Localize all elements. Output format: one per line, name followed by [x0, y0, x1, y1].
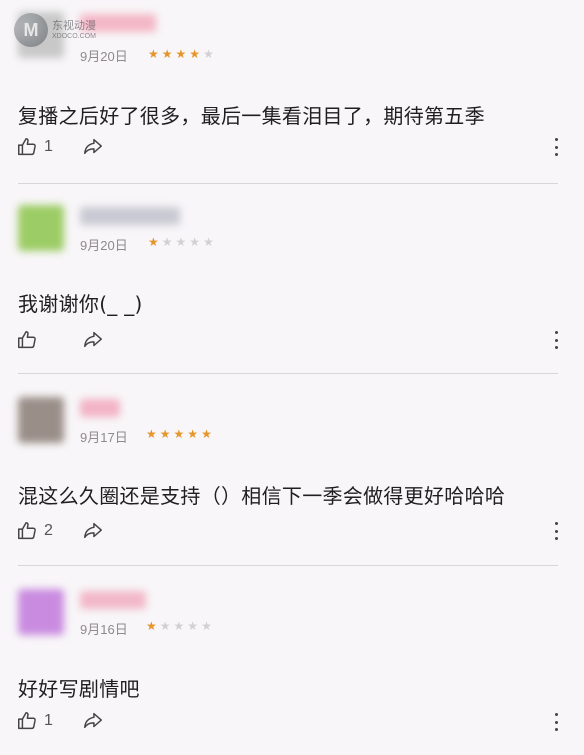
rating-stars: ★ ★ ★ ★ ★	[148, 46, 214, 62]
star-empty-icon: ★	[203, 47, 214, 61]
comment-text: 我谢谢你(_ _)	[18, 292, 143, 316]
username-blurred[interactable]	[80, 207, 180, 225]
star-empty-icon: ★	[159, 619, 171, 633]
comment-date: 9月20日	[80, 238, 128, 253]
star-filled-icon: ★	[187, 427, 199, 441]
star-empty-icon: ★	[173, 619, 185, 633]
star-filled-icon: ★	[201, 427, 212, 441]
rating-stars: ★ ★ ★ ★ ★	[146, 618, 212, 634]
avatar[interactable]	[18, 589, 64, 635]
more-vertical-icon[interactable]	[554, 713, 558, 731]
star-empty-icon: ★	[189, 235, 201, 249]
watermark-brand-en: XDOCO.COM	[52, 33, 96, 40]
watermark-logo: M 东视动漫 XDOCO.COM	[14, 10, 144, 50]
like-count: 1	[44, 712, 53, 729]
more-vertical-icon[interactable]	[554, 522, 558, 540]
star-filled-icon: ★	[148, 47, 159, 61]
comment-actions	[16, 329, 104, 351]
star-empty-icon: ★	[161, 235, 173, 249]
avatar[interactable]	[18, 205, 64, 251]
watermark-brand-cn: 东视动漫	[52, 19, 96, 32]
like-count: 1	[44, 138, 53, 155]
more-vertical-icon[interactable]	[554, 138, 558, 156]
star-empty-icon: ★	[175, 235, 187, 249]
comment-item: 9月17日 ★ ★ ★ ★ ★ 混这么久圈还是支持（）相信下一季会做得更好哈哈哈 2	[0, 397, 584, 557]
comment-text: 混这么久圈还是支持（）相信下一季会做得更好哈哈哈	[18, 484, 506, 508]
divider	[18, 565, 558, 566]
star-filled-icon: ★	[175, 47, 187, 61]
more-vertical-icon[interactable]	[554, 331, 558, 349]
username-blurred[interactable]	[80, 399, 120, 417]
star-filled-icon: ★	[173, 427, 185, 441]
comment-text: 复播之后好了很多，最后一集看泪目了，期待第五季	[18, 104, 485, 128]
like-count: 2	[44, 522, 53, 539]
comment-item: 9月20日 ★ ★ ★ ★ ★ 我谢谢你(_ _)	[0, 205, 584, 365]
star-empty-icon: ★	[201, 619, 212, 633]
divider	[18, 373, 558, 374]
thumbs-up-icon[interactable]	[16, 329, 38, 351]
divider	[18, 183, 558, 184]
comment-actions: 1	[16, 710, 104, 732]
thumbs-up-icon[interactable]	[16, 710, 38, 732]
username-blurred[interactable]	[80, 591, 146, 609]
star-filled-icon: ★	[146, 427, 157, 441]
comment-text: 好好写剧情吧	[18, 677, 140, 701]
star-empty-icon: ★	[203, 235, 214, 249]
star-empty-icon: ★	[187, 619, 199, 633]
thumbs-up-icon[interactable]	[16, 136, 38, 158]
comment-date: 9月17日	[80, 430, 128, 445]
share-arrow-icon[interactable]	[82, 520, 104, 542]
watermark-badge: M	[14, 13, 48, 47]
share-arrow-icon[interactable]	[82, 136, 104, 158]
star-filled-icon: ★	[159, 427, 171, 441]
star-filled-icon: ★	[148, 235, 159, 249]
thumbs-up-icon[interactable]	[16, 520, 38, 542]
avatar[interactable]	[18, 397, 64, 443]
share-arrow-icon[interactable]	[82, 710, 104, 732]
rating-stars: ★ ★ ★ ★ ★	[148, 234, 214, 250]
comment-item: 9月16日 ★ ★ ★ ★ ★ 好好写剧情吧 1	[0, 589, 584, 749]
star-filled-icon: ★	[161, 47, 173, 61]
share-arrow-icon[interactable]	[82, 329, 104, 351]
comment-date: 9月16日	[80, 622, 128, 637]
star-filled-icon: ★	[189, 47, 201, 61]
star-filled-icon: ★	[146, 619, 157, 633]
comment-actions: 2	[16, 520, 104, 542]
rating-stars: ★ ★ ★ ★ ★	[146, 426, 212, 442]
comment-actions: 1	[16, 136, 104, 158]
